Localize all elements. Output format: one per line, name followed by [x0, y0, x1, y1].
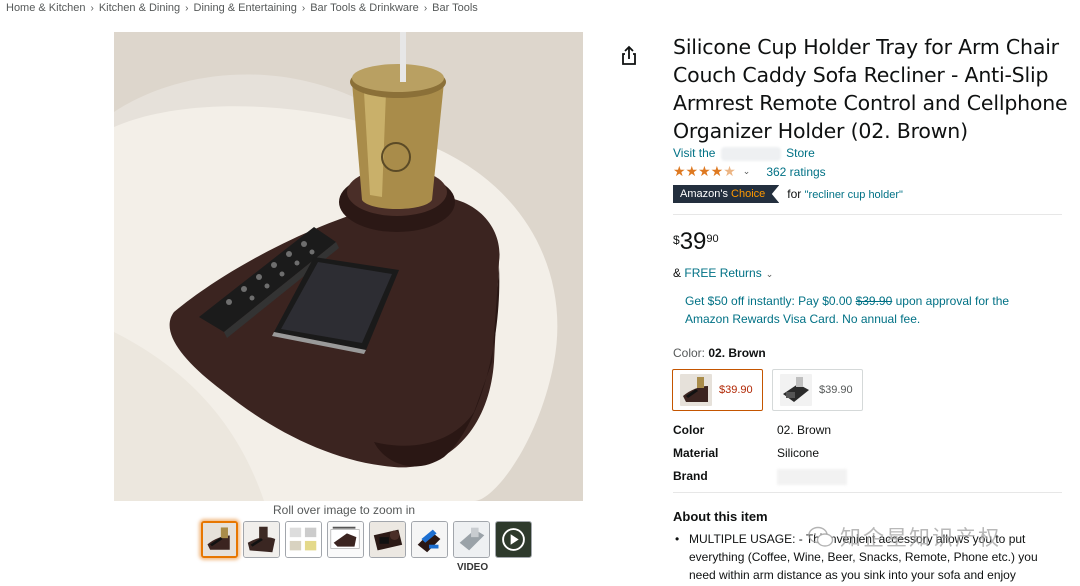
- thumbnail-strip: [201, 521, 532, 558]
- selected-color-name: 02. Brown: [708, 346, 766, 360]
- spec-key: Brand: [673, 469, 708, 483]
- breadcrumb-separator: ›: [185, 3, 189, 14]
- zoom-hint: Roll over image to zoom in: [273, 503, 416, 517]
- badge-main-text: Amazon's: [680, 188, 728, 200]
- breadcrumb-kitchen-dining[interactable]: Kitchen & Dining: [99, 2, 180, 14]
- badge-accent-text: Choice: [731, 188, 766, 200]
- product-photo: [114, 32, 583, 501]
- amazons-choice-badge: Amazon's Choice: [673, 185, 780, 203]
- chevron-down-icon[interactable]: ⌄: [743, 166, 751, 177]
- promo-strike-price: $39.90: [855, 294, 893, 308]
- thumbnail-1[interactable]: [201, 521, 238, 558]
- spec-key: Material: [673, 446, 719, 460]
- spec-value: Silicone: [777, 446, 820, 460]
- store-suffix: Store: [786, 146, 815, 160]
- about-this-item-heading: About this item: [673, 509, 768, 524]
- main-product-image[interactable]: [114, 32, 583, 501]
- star-rating-icon[interactable]: ★★★★★: [673, 163, 736, 180]
- swatch-price: $39.90: [819, 384, 853, 396]
- watermark: 知企星知识产权: [808, 522, 1001, 552]
- play-icon: [496, 522, 531, 557]
- rating-row: ★★★★★ ⌄ 362 ratings: [673, 163, 826, 180]
- swatch-price: $39.90: [719, 384, 753, 396]
- price-symbol: $: [673, 233, 680, 247]
- swatch-image: [680, 374, 712, 406]
- thumbnail-4[interactable]: [327, 521, 364, 558]
- spec-value-redacted: [777, 469, 847, 492]
- color-swatch-grey[interactable]: $39.90: [772, 369, 863, 411]
- rewards-card-promo[interactable]: Get $50 off instantly: Pay $0.00 $39.90 …: [685, 292, 1055, 328]
- divider: [673, 492, 1062, 493]
- spec-key: Color: [673, 423, 705, 437]
- product-title: Silicone Cup Holder Tray for Arm Chair C…: [673, 35, 1068, 143]
- color-label: Color:: [673, 346, 706, 360]
- divider: [673, 214, 1062, 215]
- color-selector-label: Color: 02. Brown: [673, 346, 766, 360]
- breadcrumb-dining-entertaining[interactable]: Dining & Entertaining: [194, 2, 297, 14]
- store-prefix: Visit the: [673, 146, 716, 160]
- breadcrumb-separator: ›: [423, 3, 428, 14]
- spec-row-color: Color 02. Brown: [673, 423, 847, 446]
- breadcrumb-separator: ›: [90, 3, 94, 14]
- thumbnail-3[interactable]: [285, 521, 322, 558]
- video-label: VIDEO: [457, 562, 489, 573]
- breadcrumb-separator: ›: [301, 3, 306, 14]
- choice-for-label: for: [787, 187, 802, 201]
- free-returns-link[interactable]: FREE Returns: [684, 266, 761, 280]
- price: $ 39 90: [673, 229, 719, 255]
- breadcrumb: Home & Kitchen › Kitchen & Dining › Dining &…: [6, 2, 478, 14]
- promo-text-before: Get $50 off instantly: Pay $0.00: [685, 294, 853, 308]
- amazons-choice-row: Amazon's Choice for "recliner cup holder…: [673, 185, 903, 203]
- chevron-down-icon[interactable]: ⌄: [766, 269, 774, 279]
- store-name-redacted: [720, 146, 781, 161]
- breadcrumb-bar-tools-drinkware[interactable]: Bar Tools & Drinkware: [310, 2, 419, 14]
- price-whole: 39: [679, 228, 707, 255]
- share-icon[interactable]: [617, 44, 641, 68]
- swatch-image: [780, 374, 812, 406]
- breadcrumb-bar-tools[interactable]: Bar Tools: [432, 2, 478, 14]
- returns-prefix: &: [673, 266, 682, 280]
- store-link[interactable]: Visit the Store: [673, 146, 815, 161]
- thumbnail-5[interactable]: [369, 521, 406, 558]
- spec-row-brand: Brand: [673, 469, 847, 492]
- spec-row-material: Material Silicone: [673, 446, 847, 469]
- returns-row: & FREE Returns ⌄: [673, 266, 773, 280]
- choice-query-link[interactable]: "recliner cup holder": [805, 189, 903, 201]
- thumbnail-7[interactable]: [453, 521, 490, 558]
- wechat-icon: [808, 526, 834, 547]
- color-swatch-brown[interactable]: $39.90: [672, 369, 763, 411]
- price-fraction: 90: [706, 233, 719, 245]
- thumbnail-6[interactable]: [411, 521, 448, 558]
- product-specs-table: Color 02. Brown Material Silicone Brand: [673, 423, 847, 492]
- thumbnail-2[interactable]: [243, 521, 280, 558]
- star-half: ★: [723, 163, 736, 179]
- breadcrumb-home-kitchen[interactable]: Home & Kitchen: [6, 2, 85, 14]
- video-thumbnail[interactable]: [495, 521, 532, 558]
- watermark-text: 知企星知识产权: [840, 527, 1001, 550]
- ratings-count-link[interactable]: 362 ratings: [766, 165, 825, 179]
- stars-full: ★★★★: [673, 163, 724, 179]
- spec-value: 02. Brown: [777, 423, 832, 437]
- choice-for-text: for "recliner cup holder": [787, 187, 903, 201]
